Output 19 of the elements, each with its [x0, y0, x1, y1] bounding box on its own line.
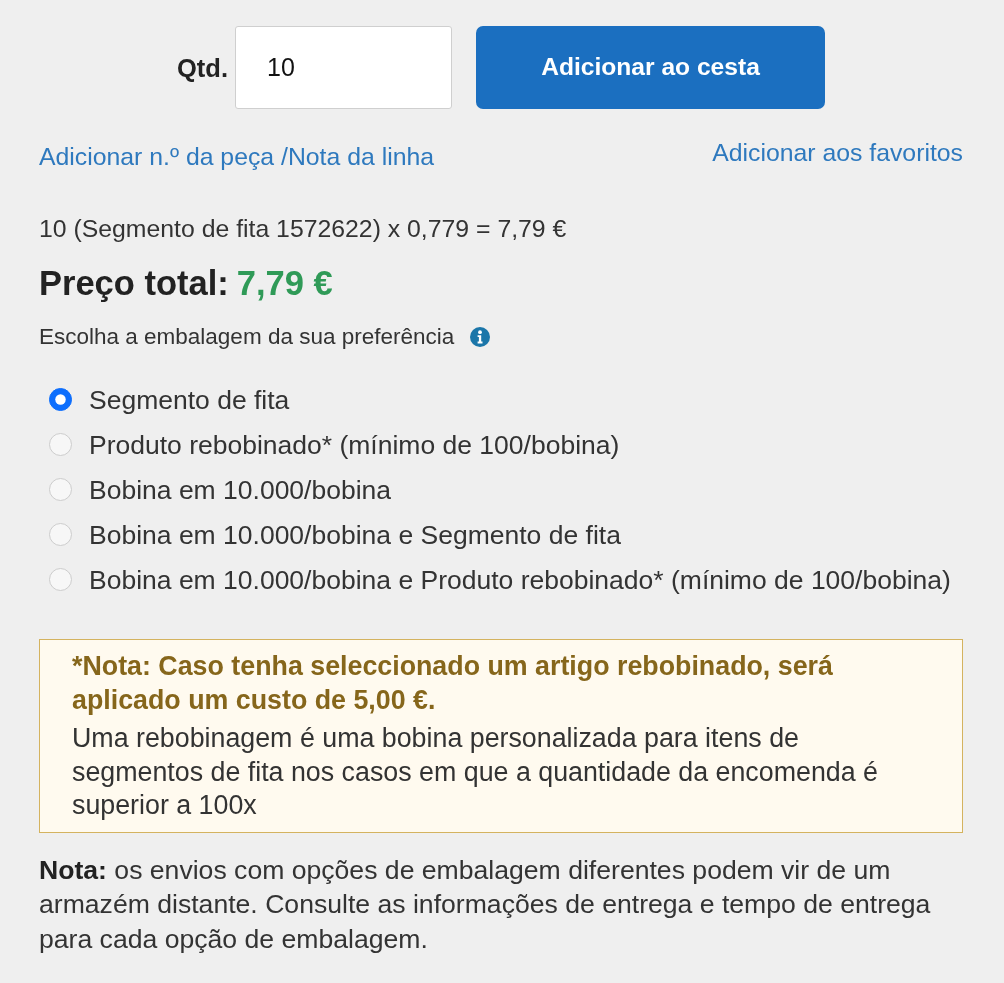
- notice-title: *Nota: Caso tenha seleccionado um artigo rebobinado, será aplicado um custo de 5,00 €.: [72, 650, 834, 717]
- total-price-label: Preço total:: [39, 263, 229, 303]
- total-price-value: 7,79 €: [236, 263, 333, 303]
- radio-button[interactable]: [49, 388, 72, 411]
- notice-text: Uma rebobinagem é uma bobina personalizada para itens de segmentos de fita nos casos em que a quantidade da encomenda é superior a 100x: [72, 722, 879, 822]
- packaging-option-label[interactable]: Produto rebobinado* (mínimo de 100/bobina): [89, 428, 620, 461]
- packaging-option-label[interactable]: Bobina em 10.000/bobina: [89, 473, 392, 506]
- packaging-option-label[interactable]: Bobina em 10.000/bobina e Produto rebobinado* (mínimo de 100/bobina): [89, 563, 951, 596]
- packaging-option-label[interactable]: Bobina em 10.000/bobina e Segmento de fita: [89, 518, 621, 551]
- add-to-favorites-link[interactable]: Adicionar aos favoritos: [712, 139, 963, 167]
- quantity-field[interactable]: 10: [235, 26, 452, 109]
- packaging-prompt: Escolha a embalagem da sua preferência: [39, 323, 455, 351]
- info-icon[interactable]: [470, 327, 491, 347]
- quantity-label: Qtd.: [177, 52, 228, 83]
- part-number-note-link[interactable]: Adicionar n.º da peça /Nota da linha: [39, 143, 435, 171]
- shipping-note: Nota: os envios com opções de embalagem diferentes podem vir de um armazém distante. Consulte as informações de entrega e tempo de entrega para cada opção de embalagem.: [39, 853, 932, 956]
- add-to-basket-button[interactable]: Adicionar ao cesta: [476, 26, 825, 109]
- price-calculation: 10 (Segmento de fita 1572622) x 0,779 = 7,79 €: [39, 215, 568, 243]
- packaging-option-label[interactable]: Segmento de fita: [89, 383, 290, 416]
